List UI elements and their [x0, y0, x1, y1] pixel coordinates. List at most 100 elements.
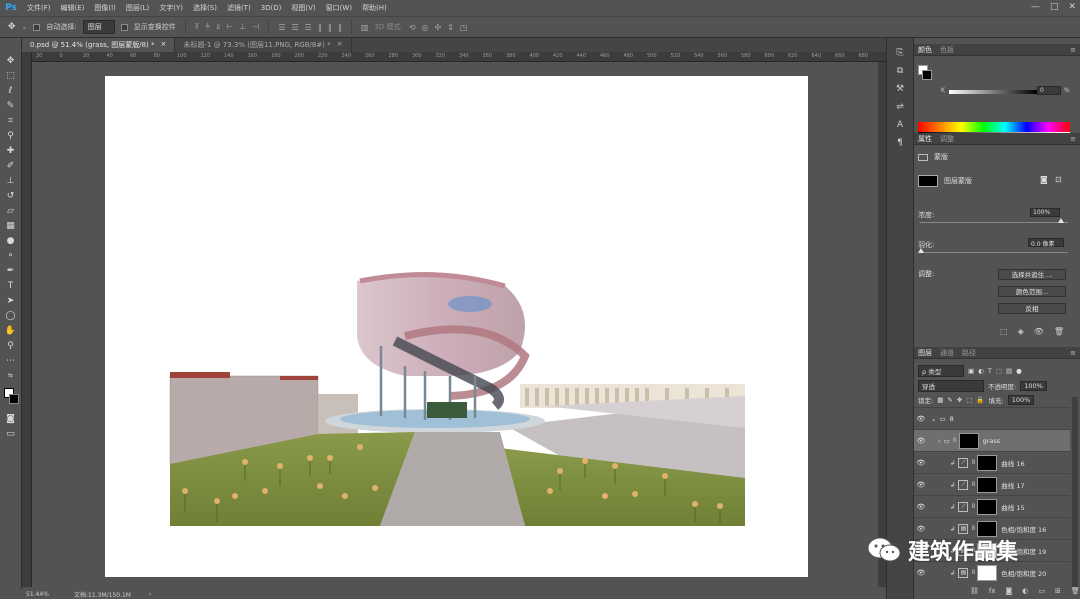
lock-artboard-icon[interactable]: ⬚	[966, 396, 972, 404]
mask-link-icon[interactable]: 8	[971, 503, 975, 510]
crop-tool-icon[interactable]: ⌗	[4, 114, 18, 127]
hand-tool-icon[interactable]: ✋	[4, 324, 18, 337]
adjustments-icon[interactable]: ⇌	[896, 102, 904, 112]
3d-slide-icon[interactable]: ⇕	[447, 23, 454, 32]
filter-pixel-icon[interactable]: ▣	[968, 367, 974, 375]
align-top-icon[interactable]: ⫪	[195, 22, 200, 32]
close-icon[interactable]: ✕	[1068, 2, 1076, 12]
layers-scrollbar[interactable]	[1072, 397, 1078, 587]
mask-link-icon[interactable]: 8	[953, 437, 957, 444]
filter-adjustment-icon[interactable]: ◐	[978, 367, 984, 375]
history-panel-icon[interactable]: ⎘	[896, 48, 903, 58]
auto-select-dropdown[interactable]: 图层	[82, 20, 115, 34]
visibility-eye-icon[interactable]: 👁	[914, 503, 928, 511]
tool-presets-icon[interactable]: ⚒	[896, 84, 904, 94]
tab-swatches[interactable]: 色板	[940, 45, 954, 55]
link-layers-icon[interactable]: ⛓	[970, 587, 979, 595]
filter-toggle-icon[interactable]: ●	[1016, 367, 1022, 375]
align-vcenter-icon[interactable]: ⫩	[205, 22, 210, 32]
panel-menu-icon[interactable]: ≡	[1070, 46, 1076, 54]
tab-channels[interactable]: 通道	[940, 348, 954, 358]
layer-mask-thumbnail[interactable]	[977, 476, 998, 493]
mask-link-icon[interactable]: 8	[971, 525, 975, 532]
mask-link-icon[interactable]: 8	[971, 569, 975, 576]
history-brush-tool-icon[interactable]: ↺	[4, 189, 18, 202]
tab-color[interactable]: 颜色	[918, 45, 932, 55]
lasso-tool-icon[interactable]: ℓ	[4, 84, 18, 97]
toggle-mask-visibility-icon[interactable]: 👁	[1034, 327, 1044, 336]
visibility-eye-icon[interactable]: 👁	[914, 459, 928, 467]
distribute-top-icon[interactable]: ☰	[278, 23, 285, 32]
more-tools-icon[interactable]: ⋯	[4, 354, 18, 367]
menu-edit[interactable]: 编辑(E)	[56, 3, 90, 13]
filter-type-icon[interactable]: T	[988, 367, 992, 375]
layer-style-icon[interactable]: fx	[989, 587, 996, 595]
tab-properties[interactable]: 属性	[918, 134, 932, 144]
menu-layer[interactable]: 图层(L)	[121, 3, 154, 13]
color-spectrum-bar[interactable]	[918, 122, 1070, 132]
vertical-ruler[interactable]	[22, 52, 32, 587]
blend-mode-dropdown[interactable]: 穿透	[918, 380, 984, 392]
clone-stamp-tool-icon[interactable]: ⊥	[4, 174, 18, 187]
visibility-eye-icon[interactable]: 👁	[914, 481, 928, 489]
distribute-bottom-icon[interactable]: ☰	[305, 23, 312, 32]
brush-tool-icon[interactable]: ✐	[4, 159, 18, 172]
horizontal-ruler[interactable]: 20 0 20 40 60 80 100 120 140 160 180 200 220 240 260 28…	[32, 52, 886, 62]
opacity-value[interactable]: 100%	[1020, 381, 1047, 391]
auto-align-icon[interactable]: ▥	[361, 23, 369, 32]
status-menu-arrow-icon[interactable]: ›	[149, 591, 151, 598]
menu-image[interactable]: 图像(I)	[89, 3, 121, 13]
actions-panel-icon[interactable]: ⧉	[897, 66, 903, 76]
type-tool-icon[interactable]: T	[4, 279, 18, 292]
zoom-level[interactable]: 51.44%	[26, 591, 56, 598]
distribute-right-icon[interactable]: ‖	[338, 23, 342, 32]
invert-button[interactable]: 反相	[998, 303, 1066, 314]
pen-tool-icon[interactable]: ✒	[4, 264, 18, 277]
tab-close-icon[interactable]: ×	[337, 40, 343, 50]
distribute-hcenter-icon[interactable]: ‖	[328, 23, 332, 32]
tab-paths[interactable]: 路径	[962, 348, 976, 358]
density-value[interactable]: 100%	[1030, 208, 1060, 217]
delete-layer-icon[interactable]: 🗑	[1071, 587, 1080, 595]
align-right-icon[interactable]: ⊣	[252, 22, 259, 32]
new-layer-icon[interactable]: ⊞	[1055, 587, 1061, 595]
eyedropper-tool-icon[interactable]: ⚲	[4, 129, 18, 142]
ellipse-tool-icon[interactable]: ◯	[4, 309, 18, 322]
3d-scale-icon[interactable]: ◳	[460, 23, 468, 32]
visibility-eye-icon[interactable]: 👁	[914, 525, 928, 533]
background-color-swatch[interactable]	[922, 70, 932, 80]
feather-value[interactable]: 0.0 像素	[1028, 238, 1064, 248]
menu-view[interactable]: 视图(V)	[286, 3, 320, 13]
delete-mask-icon[interactable]: 🗑	[1054, 327, 1064, 336]
expand-chevron-icon[interactable]: ›	[938, 437, 941, 445]
k-channel-slider[interactable]	[949, 90, 1037, 94]
path-select-tool-icon[interactable]: ➤	[4, 294, 18, 307]
menu-3d[interactable]: 3D(D)	[256, 4, 287, 12]
tab-adjustments[interactable]: 调整	[940, 134, 954, 144]
eraser-tool-icon[interactable]: ▱	[4, 204, 18, 217]
lock-image-icon[interactable]: ✎	[947, 396, 952, 404]
visibility-eye-icon[interactable]: 👁	[914, 437, 928, 445]
tab-layers[interactable]: 图层	[918, 348, 932, 358]
color-range-button[interactable]: 颜色范围...	[998, 286, 1066, 297]
maximize-icon[interactable]: □	[1050, 2, 1059, 12]
align-left-icon[interactable]: ⊢	[226, 22, 233, 32]
select-pixel-mask-icon[interactable]: ◙	[1040, 175, 1048, 184]
align-bottom-icon[interactable]: ⫫	[216, 22, 221, 32]
mask-link-icon[interactable]: 8	[971, 481, 975, 488]
density-slider[interactable]	[920, 222, 1068, 223]
filter-shape-icon[interactable]: ⬚	[996, 367, 1002, 375]
paragraph-panel-icon[interactable]: ¶	[897, 138, 903, 148]
character-panel-icon[interactable]: A	[897, 120, 903, 130]
3d-orbit-icon[interactable]: ⟲	[409, 23, 416, 32]
background-color-swatch[interactable]	[8, 394, 19, 404]
dodge-tool-icon[interactable]: ⚬	[4, 249, 18, 262]
tab-document[interactable]: 未标题-1 @ 73.3% (图层11.PNG, RGB/8#) * ×	[175, 38, 352, 52]
layer-curves-16[interactable]: 👁 ↲ ⟋ 8 曲线 16	[914, 451, 1070, 473]
mask-link-icon[interactable]: 8	[971, 459, 975, 466]
distribute-vcenter-icon[interactable]: ☰	[291, 23, 298, 32]
healing-tool-icon[interactable]: ✚	[4, 144, 18, 157]
vertical-scrollbar[interactable]	[878, 62, 886, 587]
layer-curves-15[interactable]: 👁 ↲ ⟋ 8 曲线 15	[914, 495, 1070, 517]
density-slider-knob[interactable]	[1058, 218, 1064, 223]
